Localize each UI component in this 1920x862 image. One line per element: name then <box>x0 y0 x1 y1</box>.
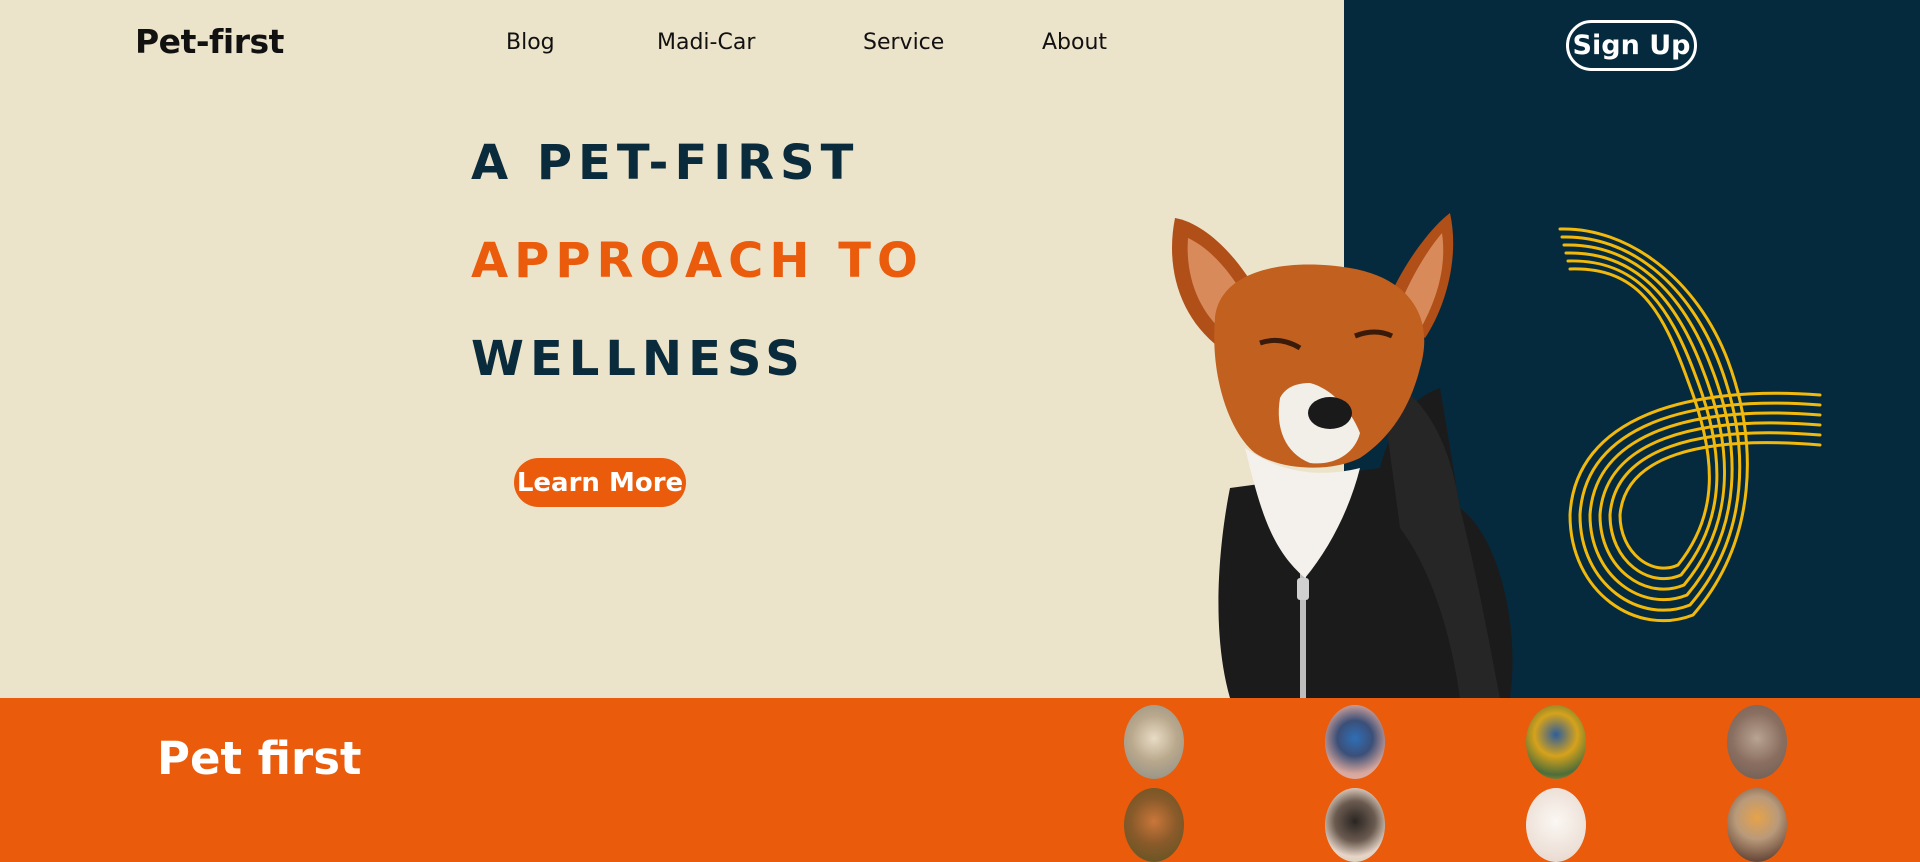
pet-avatar-cat[interactable] <box>1124 705 1184 779</box>
dog-in-hoodie-image <box>1172 213 1513 698</box>
pet-avatar-macaw[interactable] <box>1526 705 1586 779</box>
pet-avatar-tabby-cat[interactable] <box>1727 705 1787 779</box>
nav-about[interactable]: About <box>1042 30 1107 55</box>
yellow-swirl-decoration <box>1558 227 1822 623</box>
site-logo[interactable]: Pet-first <box>135 22 284 61</box>
hero-headline-line-1: A PET-FIRST <box>471 135 860 191</box>
pet-avatar-guinea-pig[interactable] <box>1325 788 1385 862</box>
pet-avatar-bluebird[interactable] <box>1325 705 1385 779</box>
learn-more-button[interactable]: Learn More <box>514 458 686 507</box>
pet-avatar-fox[interactable] <box>1124 788 1184 862</box>
nav-blog[interactable]: Blog <box>506 30 555 55</box>
pet-avatar-white-cat[interactable] <box>1526 788 1586 862</box>
pet-avatar-cockatiel[interactable] <box>1727 788 1787 862</box>
sign-up-button[interactable]: Sign Up <box>1566 20 1697 71</box>
band-title: Pet first <box>157 732 362 785</box>
hero-headline-line-2: APPROACH TO <box>471 233 924 289</box>
hero-headline-line-3: WELLNESS <box>471 331 806 387</box>
nav-madi-car[interactable]: Madi-Car <box>657 30 755 55</box>
nav-service[interactable]: Service <box>863 30 944 55</box>
